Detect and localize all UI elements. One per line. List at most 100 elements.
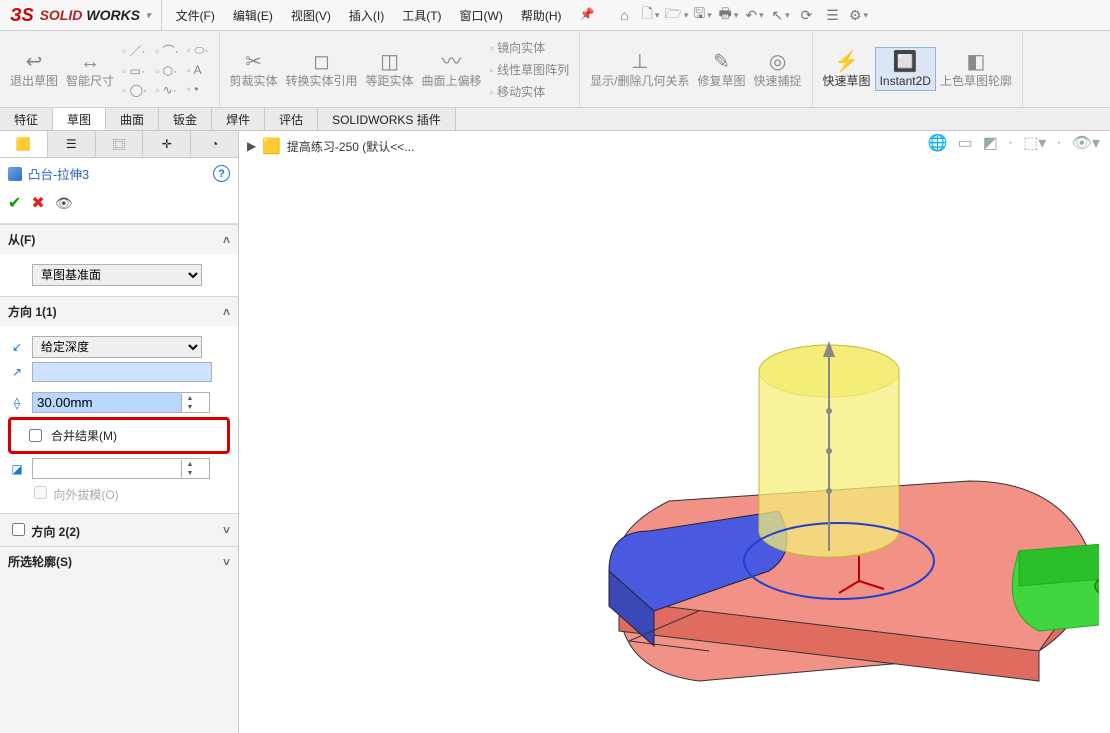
reverse-direction-icon[interactable]: ↙: [8, 340, 26, 354]
end-condition-select[interactable]: 给定深度: [32, 336, 202, 358]
offset-button[interactable]: ◫等距实体: [362, 48, 418, 90]
ok-button[interactable]: ✔: [8, 193, 21, 213]
draft-input[interactable]: [33, 459, 181, 478]
direction-reference-input[interactable]: [32, 362, 212, 382]
spin-up[interactable]: ▲: [182, 460, 198, 469]
mirror-tool[interactable]: 镜向实体: [486, 38, 574, 57]
view-section-icon[interactable]: ◩: [983, 133, 998, 153]
menu-insert[interactable]: 插入(I): [341, 3, 392, 28]
tab-addins[interactable]: SOLIDWORKS 插件: [318, 108, 456, 130]
view-scene-icon[interactable]: ·: [1008, 134, 1013, 152]
graphics-viewport[interactable]: ▶ 🟨 提高练习-250 (默认<<... 🌐 ▭ ◩ · ⬚▾ · 👁▾: [239, 131, 1110, 733]
quick-access-toolbar: ⌂ 🗋 🗁 🖫 🖶 ↶ ↖ ⟳ ☰ ⚙: [603, 7, 867, 23]
dir2-checkbox[interactable]: [12, 523, 25, 536]
instant2d-button[interactable]: 🔲Instant2D: [875, 47, 936, 91]
pm-tab-position[interactable]: ✛: [143, 131, 191, 157]
qat-home-icon[interactable]: ⌂: [617, 7, 633, 23]
menu-tools[interactable]: 工具(T): [394, 3, 449, 28]
pattern-tool[interactable]: 线性草图阵列: [486, 60, 574, 79]
exit-sketch-button[interactable]: ↩退出草图: [6, 48, 62, 90]
selected-header[interactable]: 所选轮廓(S) ˅: [0, 547, 238, 576]
merge-result-option[interactable]: 合并结果(M): [13, 426, 225, 445]
from-header[interactable]: 从(F) ˄: [0, 225, 238, 254]
tab-surface[interactable]: 曲面: [106, 108, 159, 130]
qat-rebuild-icon[interactable]: ⟳: [799, 7, 815, 23]
merge-result-checkbox[interactable]: [29, 429, 42, 442]
shaded-icon: ◧: [966, 50, 985, 74]
cancel-button[interactable]: ✖: [31, 193, 44, 213]
pm-tab-appearance[interactable]: ◔: [191, 131, 238, 157]
smart-dimension-button[interactable]: ↔智能尺寸: [62, 48, 118, 90]
move-tool[interactable]: 移动实体: [486, 82, 574, 101]
pm-tab-display[interactable]: ⿴: [96, 131, 144, 157]
dir2-header[interactable]: 方向 2(2) ˅: [0, 514, 238, 546]
menu-file[interactable]: 文件(F): [168, 3, 223, 28]
quick-snap-button[interactable]: ◎快速捕捉: [750, 48, 806, 90]
extrude-icon: [8, 167, 22, 181]
help-icon[interactable]: ?: [213, 165, 230, 182]
preview-button[interactable]: 👁: [55, 195, 73, 212]
draft-icon[interactable]: ◪: [8, 462, 26, 476]
pm-tab-config[interactable]: ☰: [48, 131, 96, 157]
property-manager: 🟨 ☰ ⿴ ✛ ◔ 凸台-拉伸3 ? ✔ ✖ 👁 从(F) ˄: [0, 131, 239, 733]
logo-dropdown-icon[interactable]: ▾: [146, 10, 151, 21]
circle-tool[interactable]: ◯·: [118, 82, 151, 98]
draft-field: ▲▼: [32, 458, 210, 479]
qat-list-icon[interactable]: ☰: [825, 7, 841, 23]
qat-select-icon[interactable]: ↖: [773, 7, 789, 23]
draft-outward-option: 向外拔模(O): [30, 483, 119, 503]
convert-button[interactable]: ◻转换实体引用: [282, 48, 362, 90]
spin-down[interactable]: ▼: [182, 403, 198, 412]
qat-print-icon[interactable]: 🖶: [721, 7, 737, 23]
pm-tab-feature[interactable]: 🟨: [0, 131, 48, 157]
ribbon: ↩退出草图 ↔智能尺寸 ／· ▭· ◯· ⌒· ⬡· ∿· ⬭· A • ✂剪裁…: [0, 31, 1110, 108]
menu-view[interactable]: 视图(V): [283, 3, 339, 28]
spin-up[interactable]: ▲: [182, 394, 198, 403]
tab-sheet[interactable]: 钣金: [159, 108, 212, 130]
rect-tool[interactable]: ▭·: [118, 63, 151, 79]
view-appearance-icon[interactable]: 👁▾: [1072, 133, 1100, 153]
qat-options-icon[interactable]: ⚙: [851, 7, 867, 23]
menu-edit[interactable]: 编辑(E): [225, 3, 281, 28]
ds-logo-icon: ЗS: [10, 5, 34, 26]
smart-dim-label: 智能尺寸: [66, 74, 114, 88]
rapid-sketch-button[interactable]: ⚡快速草图: [819, 48, 875, 90]
text-tool[interactable]: A: [183, 62, 213, 78]
view-display-icon[interactable]: ▭: [958, 133, 973, 153]
offset-label: 等距实体: [366, 74, 414, 88]
view-orientation-icon[interactable]: 🌐: [928, 133, 948, 153]
slot-tool[interactable]: ⬭·: [183, 42, 213, 59]
poly-tool[interactable]: ⬡·: [151, 63, 183, 79]
arc-tool[interactable]: ⌒·: [151, 41, 183, 60]
tab-sketch[interactable]: 草图: [53, 108, 106, 130]
from-select[interactable]: 草图基准面: [32, 264, 202, 286]
trim-button[interactable]: ✂剪裁实体: [226, 48, 282, 90]
spline-tool[interactable]: ∿·: [151, 82, 183, 98]
view-hide-icon[interactable]: ·: [1056, 134, 1061, 152]
merge-result-label: 合并结果(M): [51, 427, 117, 444]
surface-curve-button[interactable]: 〰曲面上偏移: [418, 48, 486, 90]
qat-new-icon[interactable]: 🗋: [643, 7, 659, 23]
depth-input[interactable]: [33, 393, 181, 412]
line-tool[interactable]: ／·: [118, 41, 151, 60]
spin-down[interactable]: ▼: [182, 469, 198, 478]
repair-button[interactable]: ✎修复草图: [694, 48, 750, 90]
menu-help[interactable]: 帮助(H): [513, 3, 570, 28]
direction-vector-icon[interactable]: ↗: [8, 365, 26, 379]
qat-undo-icon[interactable]: ↶: [747, 7, 763, 23]
feature-tree-icon: 🟨: [16, 137, 31, 151]
rapid-sketch-label: 快速草图: [823, 74, 871, 88]
tab-feature[interactable]: 特征: [0, 108, 53, 130]
dir1-header[interactable]: 方向 1(1) ˄: [0, 297, 238, 326]
pin-icon[interactable]: 📌: [572, 3, 603, 28]
show-hide-button[interactable]: ⊥显示/删除几何关系: [586, 48, 693, 90]
view-cube-icon[interactable]: ⬚▾: [1023, 133, 1046, 153]
shaded-contour-button[interactable]: ◧上色草图轮廓: [936, 48, 1016, 90]
tab-eval[interactable]: 评估: [265, 108, 318, 130]
menu-window[interactable]: 窗口(W): [452, 3, 511, 28]
breadcrumb[interactable]: ▶ 🟨 提高练习-250 (默认<<...: [247, 137, 414, 155]
tab-weld[interactable]: 焊件: [212, 108, 265, 130]
point-tool[interactable]: •: [183, 81, 213, 97]
qat-open-icon[interactable]: 🗁: [669, 7, 685, 23]
qat-save-icon[interactable]: 🖫: [695, 7, 711, 23]
